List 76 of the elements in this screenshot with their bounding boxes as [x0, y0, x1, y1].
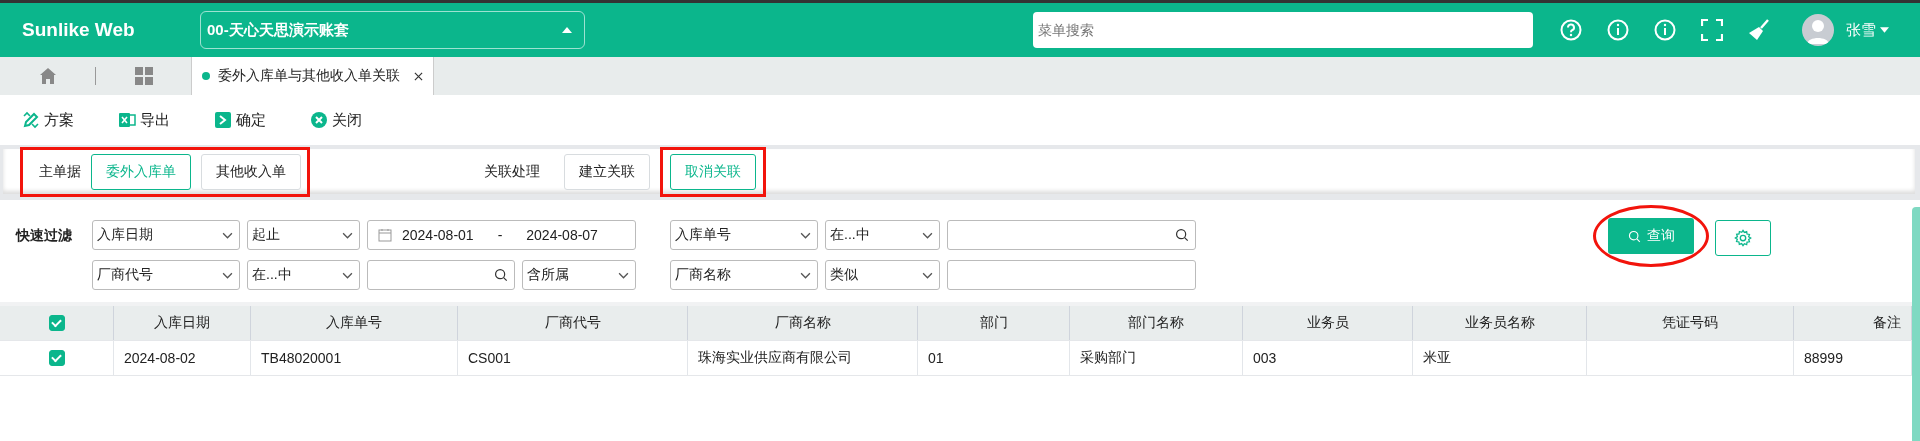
column-header: 部门: [918, 306, 1070, 340]
close-icon[interactable]: [414, 71, 423, 81]
excel-icon: [118, 111, 136, 129]
search-icon: [1175, 228, 1189, 242]
page-tab[interactable]: 委外入库单与其他收入单关联: [191, 57, 434, 95]
broom-icon[interactable]: [1748, 19, 1770, 41]
avatar-icon[interactable]: [1802, 14, 1834, 46]
column-header: 厂商名称: [688, 306, 918, 340]
doc-type-button[interactable]: 其他收入单: [201, 153, 301, 190]
input-field[interactable]: [947, 260, 1196, 290]
quick-filter-label: 快速过滤: [16, 227, 73, 245]
caret-icon: [222, 231, 233, 239]
column-header: 业务员: [1243, 306, 1413, 340]
select-field[interactable]: 含所属: [522, 260, 636, 290]
caret-icon: [922, 271, 933, 279]
select-field[interactable]: 类似: [825, 260, 940, 290]
toolbar-button[interactable]: 方案: [22, 110, 118, 130]
select-field[interactable]: 厂商代号: [92, 260, 240, 290]
toolbar-button[interactable]: 确定: [214, 110, 310, 130]
link-label: 关联处理: [484, 162, 540, 181]
help-icon[interactable]: [1560, 19, 1582, 41]
table-cell: 米亚: [1413, 341, 1587, 375]
column-header: 凭证号码: [1587, 306, 1794, 340]
info-icon[interactable]: [1654, 19, 1676, 41]
settings-button[interactable]: [1715, 220, 1771, 256]
caret-icon: [342, 231, 353, 239]
grid-icon[interactable]: [134, 67, 153, 85]
pencil-ruler-icon: [22, 111, 40, 129]
arrow-box-icon: [214, 111, 232, 129]
date-range-field[interactable]: 2024-08-01 - 2024-08-07: [367, 220, 636, 250]
gear-icon: [1734, 229, 1752, 247]
fullscreen-icon[interactable]: [1701, 19, 1723, 41]
scrollbar[interactable]: [1912, 207, 1920, 441]
column-header: 入库单号: [251, 306, 458, 340]
master-doc-label: 主单据: [39, 162, 81, 181]
search-icon: [494, 268, 508, 282]
select-field[interactable]: 入库单号: [670, 220, 818, 250]
calendar-icon: [378, 228, 392, 242]
select-field[interactable]: 在...中: [247, 260, 360, 290]
column-header: 入库日期: [114, 306, 251, 340]
close-icon: [310, 111, 328, 129]
table-cell: 003: [1243, 341, 1413, 375]
caret-icon: [342, 271, 353, 279]
search-field[interactable]: [947, 220, 1196, 250]
info-icon[interactable]: [1607, 19, 1629, 41]
caret-icon: [222, 271, 233, 279]
checkbox[interactable]: [48, 350, 65, 366]
caret-icon: [1880, 27, 1889, 33]
caret-icon: [618, 271, 629, 279]
table-cell: CS001: [458, 341, 688, 375]
column-header: 厂商代号: [458, 306, 688, 340]
home-icon[interactable]: [38, 67, 57, 85]
caret-icon: [562, 27, 572, 33]
active-dot-icon: [202, 72, 210, 80]
menu-search-field[interactable]: 菜单搜索: [1033, 12, 1533, 48]
select-field[interactable]: 厂商名称: [670, 260, 818, 290]
select-field[interactable]: 起止: [247, 220, 360, 250]
search-icon: [1627, 229, 1641, 243]
table-cell: 采购部门: [1070, 341, 1243, 375]
checkbox[interactable]: [48, 315, 65, 331]
caret-icon: [922, 231, 933, 239]
toolbar-button[interactable]: 导出: [118, 110, 214, 130]
column-header: 业务员名称: [1413, 306, 1587, 340]
select-field[interactable]: 入库日期: [92, 220, 240, 250]
table-cell: TB48020001: [251, 341, 458, 375]
search-field[interactable]: [367, 260, 515, 290]
table-cell: 01: [918, 341, 1070, 375]
link-button[interactable]: 建立关联: [564, 153, 650, 190]
caret-icon: [800, 231, 811, 239]
column-header: 部门名称: [1070, 306, 1243, 340]
select-field[interactable]: 在...中: [825, 220, 940, 250]
app-logo: Sunlike Web: [22, 19, 136, 41]
toolbar-button[interactable]: 关闭: [310, 110, 406, 130]
table-cell: 2024-08-02: [114, 341, 251, 375]
table-cell: 珠海实业供应商有限公司: [688, 341, 918, 375]
caret-icon: [800, 271, 811, 279]
